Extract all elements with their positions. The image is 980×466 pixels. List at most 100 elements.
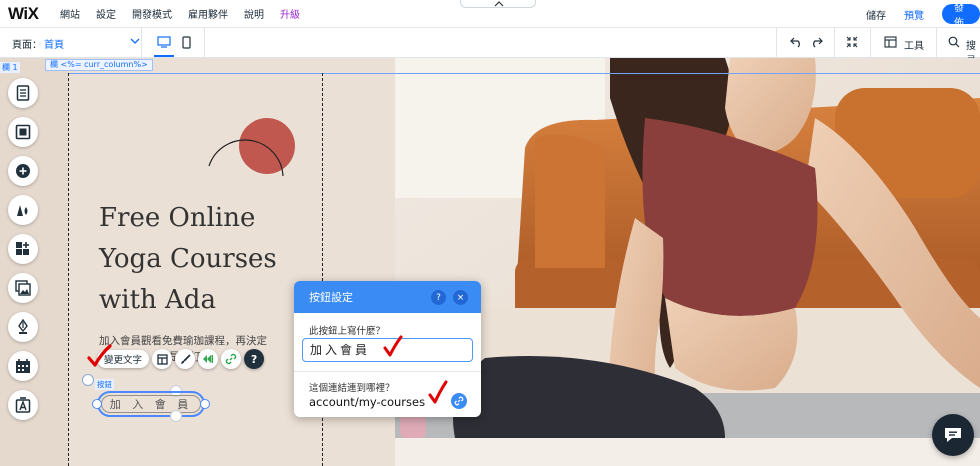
selected-button-element[interactable]: 加 入 會 員 [97,391,205,417]
button-settings-dialog: 按鈕設定 ? × 此按鈕上寫什麼？ 加入會員 這個連結連到哪裡？ account… [294,281,481,417]
resize-handle-right[interactable] [200,399,210,409]
undo-icon[interactable] [790,36,803,48]
add-elements-button[interactable] [8,156,38,186]
join-member-button[interactable]: 加 入 會 員 [101,395,201,413]
menu-settings[interactable]: 設定 [88,6,124,21]
blog-icon [18,319,28,334]
menu-help[interactable]: 說明 [236,6,272,21]
collapse-handle[interactable] [460,0,536,8]
divider [834,28,835,58]
editor-canvas[interactable]: 欄 1 欄 <%= curr_column%> Free Online Yoga… [0,58,980,466]
top-actions: 儲存 預覽 發佈 [866,0,980,29]
resize-handle-left[interactable] [92,399,102,409]
chevron-up-icon [494,1,504,7]
hero-description-line: 加入會員觀看免費瑜珈課程，再決定 [99,335,267,347]
edit-link-button[interactable] [451,393,467,409]
tools-button[interactable]: 工具 [904,37,924,52]
theme-icon [17,205,28,216]
hero-image[interactable] [395,58,980,438]
add-panel-rail [8,78,38,429]
main-menu: 網站 設定 開發模式 雇用夥伴 說明 升級 [52,6,308,21]
bookings-icon [16,359,30,373]
divider [204,28,205,58]
redo-icon[interactable] [810,36,823,48]
divider [776,28,777,58]
design-button[interactable] [175,349,196,369]
wix-logo[interactable]: WiX [8,4,52,24]
hero-title-line: Free Online [99,203,256,233]
apps-icon [16,242,29,255]
dialog-close-button[interactable]: × [453,290,468,305]
divider [936,28,937,58]
theme-button[interactable] [8,195,38,225]
anchor-bottom-icon[interactable] [170,410,182,422]
divider [141,28,142,58]
cms-icon [15,397,31,413]
pages-icon [16,85,30,101]
check-annotation [87,344,112,367]
page-selector-label: 頁面： [12,39,42,51]
help-button[interactable]: ? [244,349,265,369]
link-button[interactable] [221,349,242,369]
page-selector-value: 首頁 [44,39,64,51]
animation-icon [203,355,214,363]
desktop-active-indicator [154,55,174,57]
editor-toolbar: 頁面： 首頁 工具 搜尋 [0,28,980,67]
mobile-icon[interactable] [182,36,191,49]
animation-button[interactable] [198,349,219,369]
column-tag[interactable]: 欄 <%= curr_column%> [45,59,153,71]
button-text-label: 此按鈕上寫什麼？ [309,326,386,337]
hero-title[interactable]: Free Online Yoga Courses with Ada [99,198,277,321]
menu-upgrade[interactable]: 升級 [272,6,308,21]
save-button[interactable]: 儲存 [866,7,886,22]
top-bar: WiX 網站 設定 開發模式 雇用夥伴 說明 升級 儲存 預覽 發佈 [0,0,980,29]
decorative-circles[interactable] [205,116,297,204]
bookings-button[interactable] [8,351,38,381]
layout-button[interactable] [152,349,173,369]
pages-button[interactable] [8,78,38,108]
button-tag[interactable]: 按鈕 [95,379,114,390]
dialog-divider [294,371,481,372]
rotate-handle[interactable] [82,374,94,386]
menu-site[interactable]: 網站 [52,6,88,21]
divider [870,28,871,58]
menu-dev-mode[interactable]: 開發模式 [124,6,180,21]
element-toolbar: 變更文字 ? [97,348,265,370]
chat-button[interactable] [932,414,974,456]
media-button[interactable] [8,273,38,303]
chevron-down-icon [130,38,140,44]
desktop-icon[interactable] [157,36,171,48]
section-button[interactable] [8,117,38,147]
apps-button[interactable] [8,234,38,264]
check-annotation [428,380,448,404]
page-selector[interactable]: 頁面： 首頁 [12,28,140,58]
link-icon [454,396,464,406]
link-icon [225,353,237,365]
image-strip [395,438,980,466]
zoom-out-icon[interactable] [846,36,858,48]
check-annotation [383,335,403,357]
link-label: 這個連結連到哪裡？ [309,383,395,394]
blog-button[interactable] [8,312,38,342]
add-icon [16,164,30,178]
section-icon [15,124,31,140]
search-icon[interactable] [948,36,960,48]
link-value[interactable]: account/my-courses [309,395,425,409]
yoga-photo [395,58,980,438]
dialog-title: 按鈕設定 [309,291,353,304]
chat-icon [945,428,961,442]
layout-icon [156,353,168,365]
media-icon [15,280,31,296]
publish-button[interactable]: 發佈 [942,3,980,29]
brush-icon [180,353,191,364]
column-guide-left [68,73,69,466]
hero-title-line: Yoga Courses [99,244,277,274]
menu-hire[interactable]: 雇用夥伴 [180,6,236,21]
preview-button[interactable]: 預覽 [904,7,924,22]
cms-button[interactable] [8,390,38,420]
selection-guide [68,73,980,74]
hero-title-line: with Ada [99,285,216,315]
column-label[interactable]: 欄 1 [0,62,20,73]
dialog-help-button[interactable]: ? [431,290,446,305]
tools-icon[interactable] [884,36,897,48]
